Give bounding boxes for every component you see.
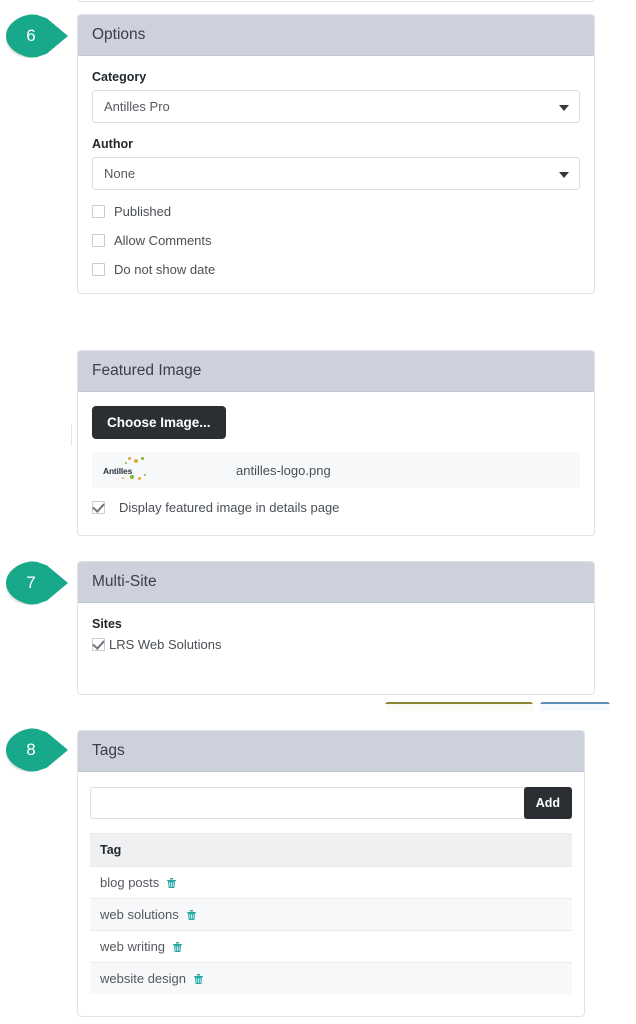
featured-image-panel-title: Featured Image [78, 351, 594, 392]
tags-table: Tag blog posts web solutions web writing… [90, 833, 572, 994]
multi-site-panel: Multi-Site Sites LRS Web Solutions [77, 561, 595, 695]
site-row-lrs-web-solutions[interactable]: LRS Web Solutions [92, 637, 580, 652]
do-not-show-date-checkbox-row[interactable]: Do not show date [92, 262, 580, 277]
logo-dot [130, 475, 134, 479]
tag-input-row: Add [90, 787, 572, 819]
category-label: Category [92, 70, 147, 84]
tags-panel: Tags Add Tag blog posts web solutions we… [77, 730, 585, 1017]
table-row: website design [90, 962, 572, 994]
chevron-down-icon [559, 104, 569, 111]
featured-image-file-name: antilles-logo.png [236, 462, 331, 478]
trash-icon[interactable] [186, 909, 197, 921]
tag-name: website design [100, 971, 186, 986]
logo-dot [128, 457, 131, 460]
callout-marker-6: 6 [6, 14, 68, 58]
tags-panel-body: Add Tag blog posts web solutions web wri… [78, 772, 584, 1016]
logo-dot [144, 474, 146, 476]
display-featured-image-checkbox[interactable] [92, 501, 105, 514]
trash-icon[interactable] [193, 973, 204, 985]
display-featured-image-row[interactable]: Display featured image in details page [92, 500, 580, 515]
choose-image-button[interactable]: Choose Image... [92, 406, 226, 439]
table-row: web solutions [90, 898, 572, 930]
callout-marker-8: 8 [6, 728, 68, 772]
published-checkbox[interactable] [92, 205, 105, 218]
featured-image-panel: Featured Image Choose Image... Antilles … [77, 350, 595, 536]
tag-name: blog posts [100, 875, 160, 890]
partial-action-button-primary[interactable] [385, 702, 533, 711]
logo-dot [138, 477, 141, 480]
featured-image-panel-body: Choose Image... Antilles antilles-logo.p… [78, 392, 594, 535]
trash-icon[interactable] [166, 877, 177, 889]
antilles-logo-thumbnail: Antilles [100, 457, 158, 483]
published-checkbox-row[interactable]: Published [92, 204, 580, 219]
table-row: blog posts [90, 866, 572, 898]
category-select-wrapper: Antilles Pro [92, 90, 580, 123]
antilles-logo-wordmark: Antilles [103, 466, 133, 476]
logo-dot [141, 457, 144, 460]
callout-marker-7: 7 [6, 561, 68, 605]
table-row: web writing [90, 930, 572, 962]
partial-action-button-secondary[interactable] [540, 702, 610, 711]
display-featured-image-label: Display featured image in details page [119, 500, 340, 515]
do-not-show-date-checkbox[interactable] [92, 263, 105, 276]
featured-image-file-row: Antilles antilles-logo.png [92, 452, 580, 488]
add-tag-button[interactable]: Add [523, 787, 572, 819]
options-panel-title: Options [78, 15, 594, 56]
site-checkbox-lrs-web-solutions[interactable] [92, 638, 105, 651]
options-panel: Options Category Antilles Pro Author Non… [77, 14, 595, 294]
options-panel-body: Category Antilles Pro Author None Publis… [78, 56, 594, 293]
tag-name: web solutions [100, 907, 179, 922]
callout-number: 7 [26, 573, 36, 592]
author-select-wrapper: None [92, 157, 580, 190]
site-label-lrs-web-solutions: LRS Web Solutions [109, 637, 222, 652]
partial-button-body [385, 704, 533, 711]
do-not-show-date-label: Do not show date [114, 262, 216, 277]
trash-icon[interactable] [172, 941, 183, 953]
tag-input[interactable] [90, 787, 525, 819]
category-select[interactable]: Antilles Pro [92, 90, 580, 123]
allow-comments-label: Allow Comments [114, 233, 212, 248]
allow-comments-checkbox[interactable] [92, 234, 105, 247]
chevron-down-icon [559, 171, 569, 178]
author-label: Author [92, 137, 133, 151]
sites-label: Sites [92, 617, 122, 631]
multi-site-panel-title: Multi-Site [78, 562, 594, 603]
published-label: Published [114, 204, 172, 219]
logo-dot [122, 477, 124, 479]
tags-panel-title: Tags [78, 731, 584, 772]
multi-site-panel-body: Sites LRS Web Solutions [78, 603, 594, 668]
logo-dot [125, 462, 127, 464]
author-select[interactable]: None [92, 157, 580, 190]
callout-number: 8 [26, 740, 36, 759]
allow-comments-checkbox-row[interactable]: Allow Comments [92, 233, 580, 248]
author-selected-value: None [104, 166, 136, 181]
callout-number: 6 [26, 26, 36, 45]
logo-dot [134, 459, 138, 463]
tag-name: web writing [100, 939, 166, 954]
partial-button-body [540, 704, 610, 711]
previous-panel-bottom-edge [77, 0, 595, 2]
category-selected-value: Antilles Pro [104, 99, 170, 114]
scroll-edge-artifact [71, 424, 72, 446]
tags-column-header: Tag [90, 833, 572, 866]
